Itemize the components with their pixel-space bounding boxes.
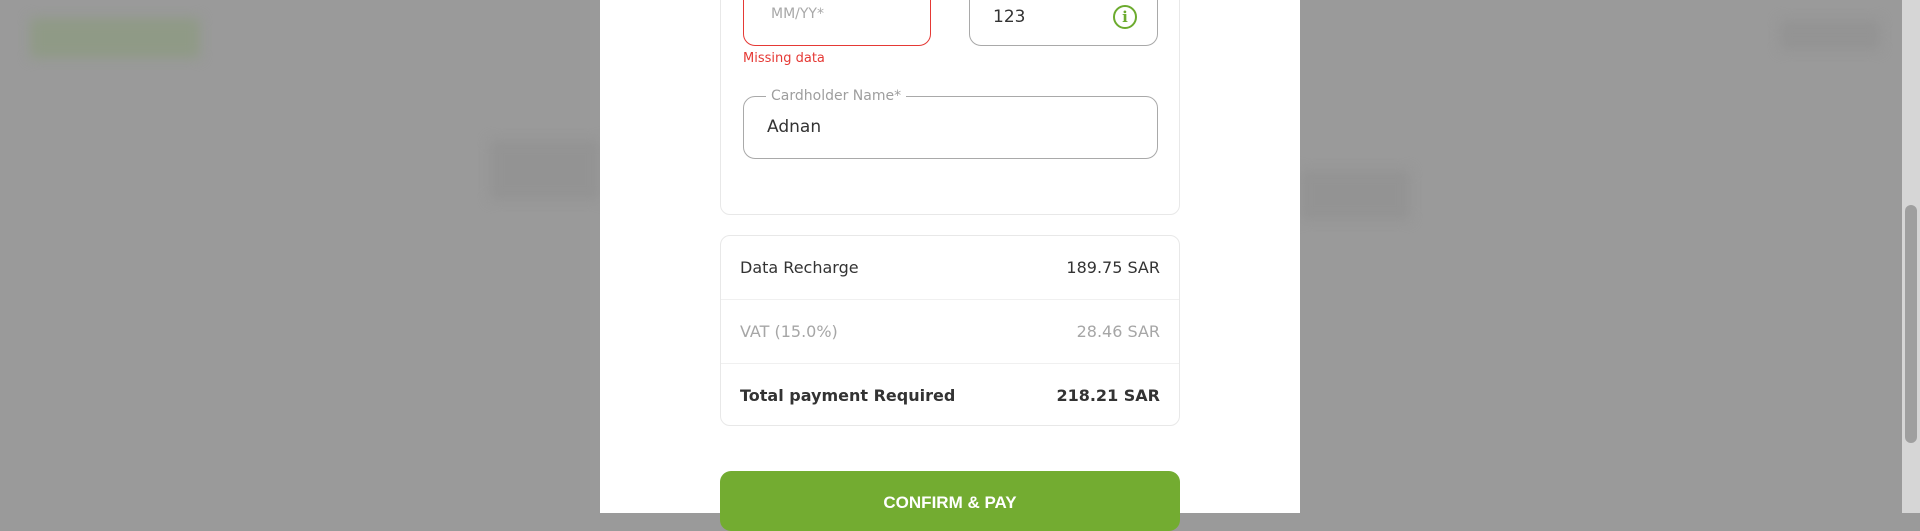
payment-modal: MM/YY* Missing data 123 i Cardholder Nam… bbox=[600, 0, 1300, 531]
cvv-value: 123 bbox=[993, 7, 1026, 27]
backdrop-menu bbox=[1780, 20, 1880, 50]
info-icon[interactable]: i bbox=[1113, 5, 1137, 29]
payment-summary-card: Data Recharge 189.75 SAR VAT (15.0%) 28.… bbox=[720, 235, 1180, 426]
cardholder-name-value: Adnan bbox=[767, 117, 822, 137]
summary-label: VAT (15.0%) bbox=[740, 321, 838, 341]
expiry-date-field[interactable]: MM/YY* bbox=[743, 0, 931, 46]
scrollbar-thumb[interactable] bbox=[1905, 205, 1917, 443]
summary-value: 28.46 SAR bbox=[1076, 321, 1160, 341]
cardholder-name-field[interactable]: Cardholder Name* Adnan bbox=[743, 88, 1158, 159]
summary-row-data-recharge: Data Recharge 189.75 SAR bbox=[721, 236, 1179, 299]
summary-label: Data Recharge bbox=[740, 258, 859, 277]
backdrop-content-block bbox=[490, 140, 600, 200]
summary-value: 189.75 SAR bbox=[1066, 258, 1160, 277]
cvv-field[interactable]: 123 i bbox=[969, 0, 1158, 46]
cardholder-name-label: Cardholder Name* bbox=[766, 88, 907, 104]
summary-value: 218.21 SAR bbox=[1056, 385, 1160, 405]
page-scrollbar[interactable] bbox=[1902, 0, 1920, 513]
expiry-placeholder: MM/YY* bbox=[771, 6, 824, 22]
summary-row-vat: VAT (15.0%) 28.46 SAR bbox=[721, 299, 1179, 362]
expiry-error-message: Missing data bbox=[743, 51, 825, 66]
summary-label: Total payment Required bbox=[740, 385, 956, 405]
summary-row-total: Total payment Required 218.21 SAR bbox=[721, 363, 1179, 426]
confirm-pay-button[interactable]: CONFIRM & PAY bbox=[720, 471, 1180, 531]
card-details-card: MM/YY* Missing data 123 i Cardholder Nam… bbox=[720, 0, 1180, 215]
backdrop-logo bbox=[30, 18, 200, 58]
backdrop-content-block bbox=[1300, 170, 1410, 220]
